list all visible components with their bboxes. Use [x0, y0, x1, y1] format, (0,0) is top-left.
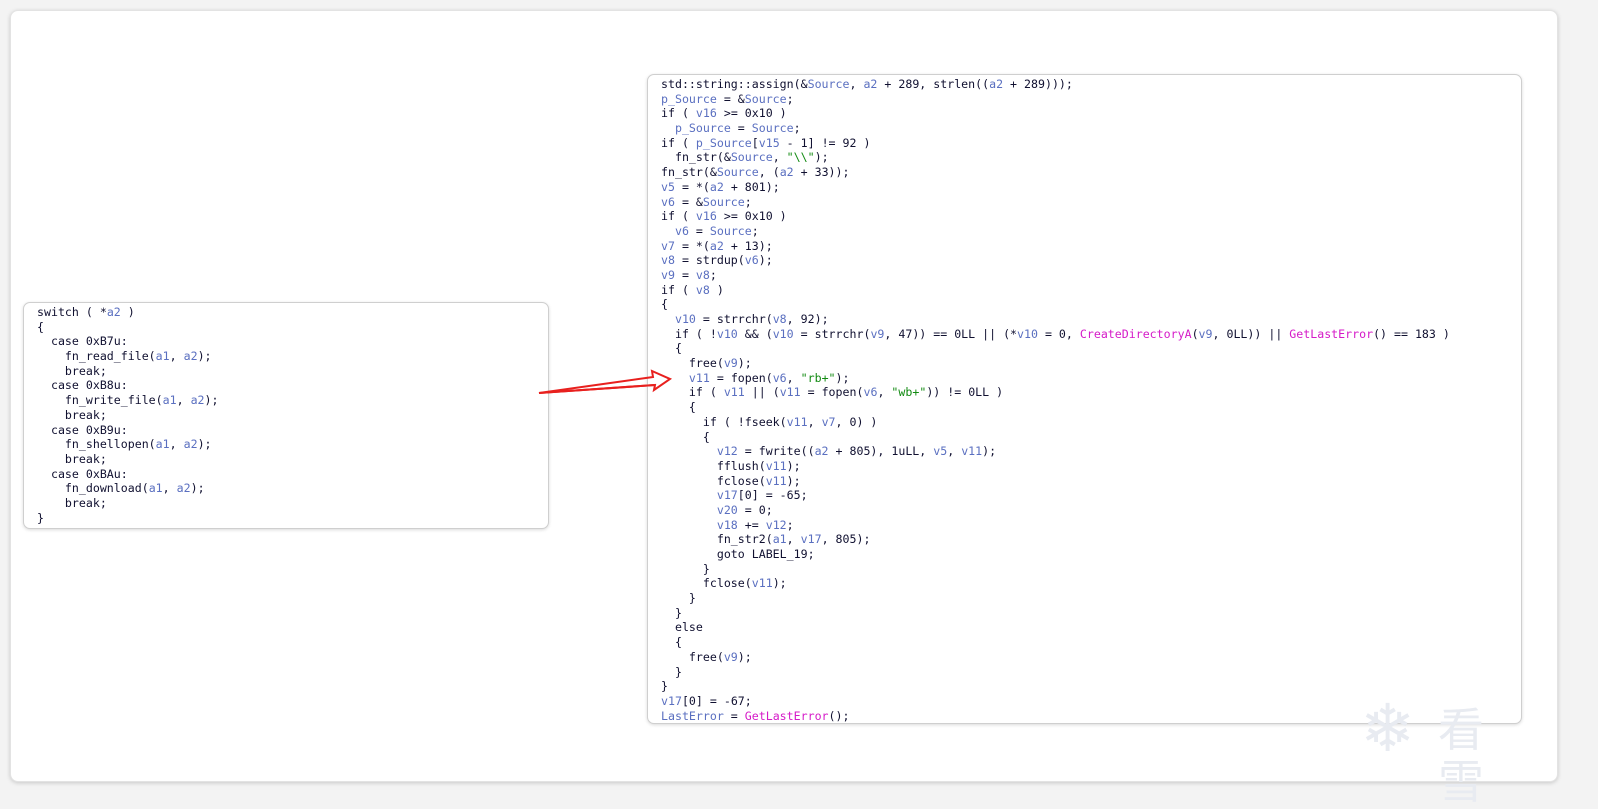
arrow-shape — [538, 369, 673, 394]
snowflake-icon: ❄ — [1360, 690, 1416, 767]
watermark: ❄ 看雪 — [1360, 690, 1530, 809]
arrow-right-icon — [538, 369, 673, 394]
arrow-shaft — [538, 384, 656, 394]
watermark-text: 看雪 — [1438, 703, 1488, 809]
